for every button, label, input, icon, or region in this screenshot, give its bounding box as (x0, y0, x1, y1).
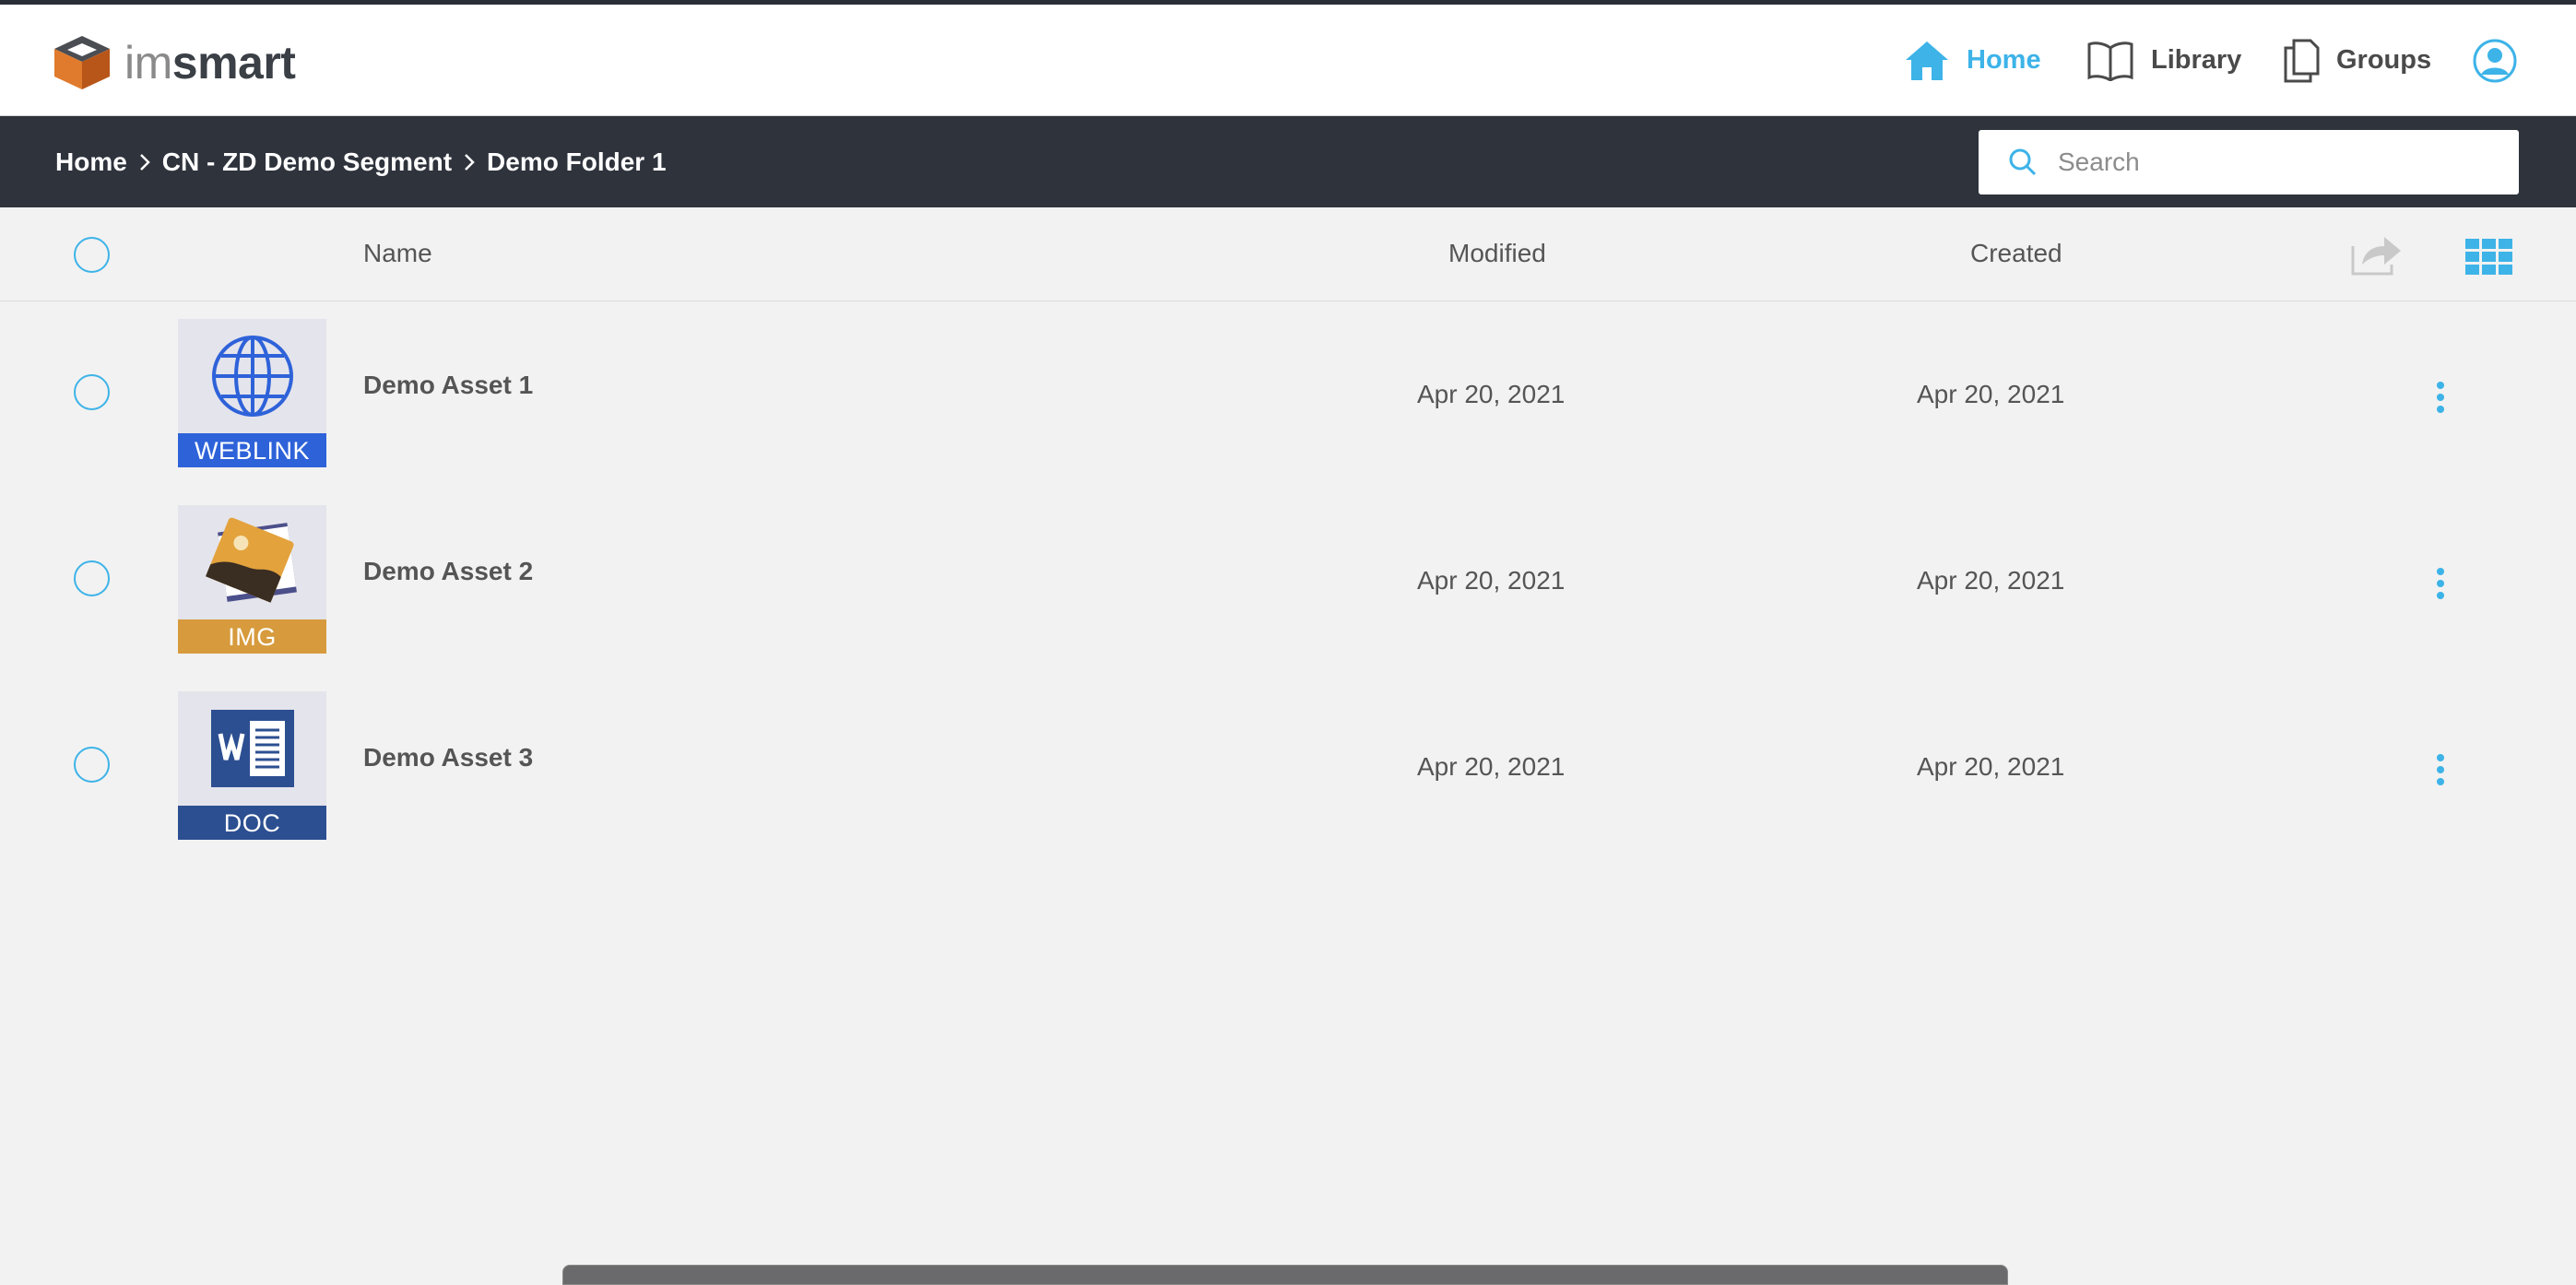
logo-im-text: im (124, 37, 172, 88)
nav-home-label: Home (1967, 45, 2041, 75)
modified-date: Apr 20, 2021 (1417, 752, 1566, 781)
breadcrumb-folder: Demo Folder 1 (487, 147, 667, 176)
more-options-icon[interactable] (2432, 754, 2449, 791)
asset-type-label: IMG (178, 619, 326, 654)
asset-name[interactable]: Demo Asset 3 (363, 743, 533, 772)
created-date: Apr 20, 2021 (1917, 752, 2065, 781)
logo-wordmark: imsmart (124, 37, 296, 88)
nav-groups-label: Groups (2336, 45, 2432, 75)
home-icon (1906, 41, 1948, 80)
asset-name[interactable]: Demo Asset 2 (363, 557, 533, 586)
table-row[interactable]: DOC Demo Asset 3 Apr 20, 2021 Apr 20, 20… (0, 684, 2576, 870)
row-select-radio[interactable] (74, 374, 110, 410)
breadcrumb: Home CN - ZD Demo Segment Demo Folder 1 (55, 116, 667, 207)
breadcrumb-home[interactable]: Home (55, 147, 127, 177)
book-icon (2087, 41, 2133, 81)
globe-icon (178, 319, 326, 433)
top-navigation-bar: imsmart Home Library Groups (0, 5, 2576, 116)
nav-library[interactable]: Library (2086, 5, 2241, 116)
row-select-radio[interactable] (74, 747, 110, 783)
nav-groups-link[interactable]: Groups (2283, 39, 2431, 83)
chevron-right-icon (465, 153, 475, 171)
breadcrumb-segment[interactable]: CN - ZD Demo Segment (162, 147, 452, 177)
more-options-icon[interactable] (2432, 568, 2449, 605)
row-select-radio[interactable] (74, 560, 110, 596)
nav-home[interactable]: Home (1904, 5, 2041, 116)
search-input[interactable] (2056, 147, 2484, 178)
created-date: Apr 20, 2021 (1917, 566, 2065, 595)
asset-name[interactable]: Demo Asset 1 (363, 371, 533, 400)
breadcrumb-bar: Home CN - ZD Demo Segment Demo Folder 1 (0, 116, 2576, 207)
cube-logo-icon (54, 36, 110, 89)
modified-date: Apr 20, 2021 (1417, 566, 1566, 595)
list-header: Name Modified Created (0, 207, 2576, 301)
column-modified-header[interactable]: Modified (1448, 239, 1546, 268)
more-options-icon[interactable] (2432, 382, 2449, 419)
asset-thumbnail[interactable]: DOC (178, 691, 326, 840)
asset-type-label: DOC (178, 806, 326, 840)
column-created-header[interactable]: Created (1970, 239, 2062, 268)
nav-groups[interactable]: Groups (2283, 5, 2431, 116)
table-row[interactable]: IMG Demo Asset 2 Apr 20, 2021 Apr 20, 20… (0, 498, 2576, 684)
asset-type-label: WEBLINK (178, 433, 326, 467)
table-row[interactable]: WEBLINK Demo Asset 1 Apr 20, 2021 Apr 20… (0, 312, 2576, 498)
nav-library-label: Library (2151, 45, 2242, 75)
nav-library-link[interactable]: Library (2086, 41, 2241, 81)
documents-icon (2284, 39, 2320, 82)
select-all-radio[interactable] (74, 237, 110, 273)
nav-home-link[interactable]: Home (1904, 40, 2041, 82)
modified-date: Apr 20, 2021 (1417, 380, 1566, 408)
asset-thumbnail[interactable]: IMG (178, 505, 326, 654)
created-date: Apr 20, 2021 (1917, 380, 2065, 408)
column-name-header[interactable]: Name (363, 239, 432, 268)
word-doc-icon (178, 691, 326, 806)
grid-view-icon[interactable] (2465, 239, 2513, 276)
user-avatar-icon[interactable] (2472, 38, 2518, 84)
chevron-right-icon (139, 153, 150, 171)
imsmart-logo[interactable]: imsmart (53, 30, 296, 95)
asset-thumbnail[interactable]: WEBLINK (178, 319, 326, 467)
search-box[interactable] (1979, 130, 2519, 195)
image-icon (178, 505, 326, 619)
logo-smart-text: smart (171, 37, 296, 88)
search-icon (2009, 148, 2037, 176)
nav-user[interactable] (2472, 5, 2518, 116)
system-dock[interactable] (562, 1265, 2008, 1285)
share-icon[interactable] (2349, 233, 2403, 277)
